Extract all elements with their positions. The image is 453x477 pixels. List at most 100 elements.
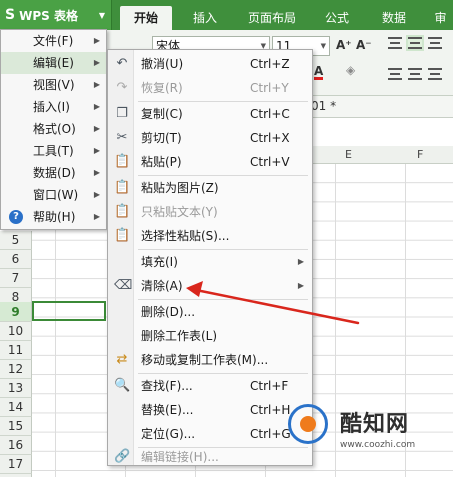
menu-item-label: 剪切(T) (141, 131, 182, 145)
menu-item-label: 工具(T) (33, 144, 74, 158)
menu-item-label: 窗口(W) (33, 188, 79, 202)
menu-item-label: 选择性粘贴(S)... (141, 229, 230, 243)
menu-item-label: 移动或复制工作表(M)... (141, 353, 269, 367)
align-center-icon[interactable] (408, 68, 422, 80)
row-header[interactable]: 7 (0, 269, 32, 288)
ribbon-tabbar: S WPS 表格 ▼ 开始 插入 页面布局 公式 数据 审 (0, 0, 453, 30)
menu-item-label: 查找(F)... (141, 379, 193, 393)
row-header[interactable]: 13 (0, 379, 32, 398)
chevron-right-icon: ▶ (297, 257, 304, 266)
menu-item-label: 视图(V) (33, 78, 75, 92)
menu-item-move-copy-sheet[interactable]: ⇄ 移动或复制工作表(M)... (108, 348, 312, 372)
tab-review[interactable]: 审 (428, 6, 453, 30)
paste-text-icon: 📋 (114, 204, 131, 219)
edit-submenu: ↶ 撤消(U) Ctrl+Z ↷ 恢复(R) Ctrl+Y ❐ 复制(C) Ct… (107, 49, 313, 466)
chevron-right-icon: ▶ (93, 124, 100, 133)
menu-item-label: 编辑链接(H)... (141, 450, 219, 464)
column-header[interactable]: F (417, 148, 423, 161)
menu-item-redo[interactable]: ↷ 恢复(R) Ctrl+Y (108, 76, 312, 100)
chevron-right-icon: ▶ (93, 58, 100, 67)
menu-item-label: 插入(I) (33, 100, 70, 114)
menu-item-shortcut: Ctrl+F (250, 379, 289, 393)
chevron-right-icon: ▶ (93, 36, 100, 45)
menu-item-format[interactable]: 格式(O) ▶ (1, 118, 106, 140)
tab-home[interactable]: 开始 (120, 6, 172, 30)
watermark-url: www.coozhi.com (340, 440, 416, 450)
menu-item-delete-sheet[interactable]: 删除工作表(L) (108, 324, 312, 348)
align-top-icon[interactable] (388, 37, 402, 49)
menu-item-replace[interactable]: 替换(E)... Ctrl+H (108, 398, 312, 422)
menu-item-file[interactable]: 文件(F) ▶ (1, 30, 106, 52)
align-left-icon[interactable] (388, 68, 402, 80)
column-header[interactable]: E (345, 148, 352, 161)
row-header[interactable]: 14 (0, 398, 32, 417)
find-icon: 🔍 (114, 378, 131, 393)
row-header[interactable]: 17 (0, 455, 32, 474)
tab-formulas[interactable]: 公式 (315, 6, 359, 30)
row-header[interactable]: 5 (0, 231, 32, 250)
menu-item-label: 恢复(R) (141, 81, 183, 95)
chevron-right-icon: ▶ (93, 190, 100, 199)
chevron-right-icon: ▶ (93, 80, 100, 89)
row-header-active[interactable]: 9 (0, 302, 32, 322)
menu-item-edit[interactable]: 编辑(E) ▶ (1, 52, 106, 74)
menu-item-fill[interactable]: 填充(I) ▶ (108, 250, 312, 274)
menu-item-insert[interactable]: 插入(I) ▶ (1, 96, 106, 118)
row-header[interactable]: 6 (0, 250, 32, 269)
chevron-right-icon: ▶ (93, 168, 100, 177)
menu-item-label: 定位(G)... (141, 427, 196, 441)
row-header[interactable]: 16 (0, 436, 32, 455)
row-header[interactable]: 10 (0, 322, 32, 341)
menu-item-shortcut: Ctrl+V (250, 155, 290, 169)
menu-item-clear[interactable]: ⌫ 清除(A) ▶ (108, 274, 312, 298)
align-right-icon[interactable] (428, 68, 442, 80)
menu-item-delete[interactable]: 删除(D)... (108, 300, 312, 324)
menu-item-label: 文件(F) (33, 34, 74, 48)
tab-insert[interactable]: 插入 (183, 6, 227, 30)
menu-item-tools[interactable]: 工具(T) ▶ (1, 140, 106, 162)
chevron-right-icon: ▶ (93, 102, 100, 111)
menu-item-edit-links[interactable]: 🔗 编辑链接(H)... (108, 445, 312, 469)
menu-item-label: 粘贴为图片(Z) (141, 181, 219, 195)
row-header[interactable]: 12 (0, 360, 32, 379)
menu-item-label: 填充(I) (141, 255, 178, 269)
chevron-down-icon: ▼ (320, 42, 326, 50)
help-icon: ? (9, 210, 23, 224)
increase-font-icon[interactable]: A⁺ (336, 38, 352, 52)
menu-item-cut[interactable]: ✂ 剪切(T) Ctrl+X (108, 126, 312, 150)
menu-item-data[interactable]: 数据(D) ▶ (1, 162, 106, 184)
redo-icon: ↷ (116, 80, 128, 95)
menu-item-view[interactable]: 视图(V) ▶ (1, 74, 106, 96)
menu-item-label: 帮助(H) (33, 210, 76, 224)
paste-image-icon: 📋 (114, 180, 131, 195)
menu-item-window[interactable]: 窗口(W) ▶ (1, 184, 106, 206)
menu-item-goto[interactable]: 定位(G)... Ctrl+G (108, 422, 312, 446)
menu-item-undo[interactable]: ↶ 撤消(U) Ctrl+Z (108, 52, 312, 76)
chevron-down-icon: ▼ (98, 10, 105, 20)
menu-item-paste-special[interactable]: 📋 选择性粘贴(S)... (108, 224, 312, 248)
row-header[interactable]: 15 (0, 417, 32, 436)
menu-item-paste-as-picture[interactable]: 📋 粘贴为图片(Z) (108, 176, 312, 200)
copy-icon: ❐ (116, 106, 128, 121)
watermark-title: 酷知网 (340, 412, 410, 437)
chevron-right-icon: ▶ (93, 212, 100, 221)
menu-item-copy[interactable]: ❐ 复制(C) Ctrl+C (108, 102, 312, 126)
menu-item-paste-text-only[interactable]: 📋 只粘贴文本(Y) (108, 200, 312, 224)
link-icon: 🔗 (114, 449, 131, 464)
font-color-icon[interactable]: A (314, 65, 324, 80)
align-middle-icon[interactable] (406, 35, 424, 51)
decrease-font-icon[interactable]: A⁻ (356, 38, 372, 52)
menu-item-label: 清除(A) (141, 279, 183, 293)
menu-item-find[interactable]: 🔍 查找(F)... Ctrl+F (108, 374, 312, 398)
tab-page-layout[interactable]: 页面布局 (240, 6, 304, 30)
row-header[interactable]: 11 (0, 341, 32, 360)
align-bottom-icon[interactable] (428, 37, 442, 49)
tab-data[interactable]: 数据 (372, 6, 416, 30)
selected-cell[interactable] (32, 301, 106, 321)
menu-item-shortcut: Ctrl+C (250, 107, 290, 121)
clear-format-icon[interactable]: ◈ (346, 63, 355, 77)
menu-item-help[interactable]: ? 帮助(H) ▶ (1, 206, 106, 228)
menu-item-label: 删除(D)... (141, 305, 196, 319)
undo-icon: ↶ (116, 56, 128, 71)
menu-item-paste[interactable]: 📋 粘贴(P) Ctrl+V (108, 150, 312, 174)
